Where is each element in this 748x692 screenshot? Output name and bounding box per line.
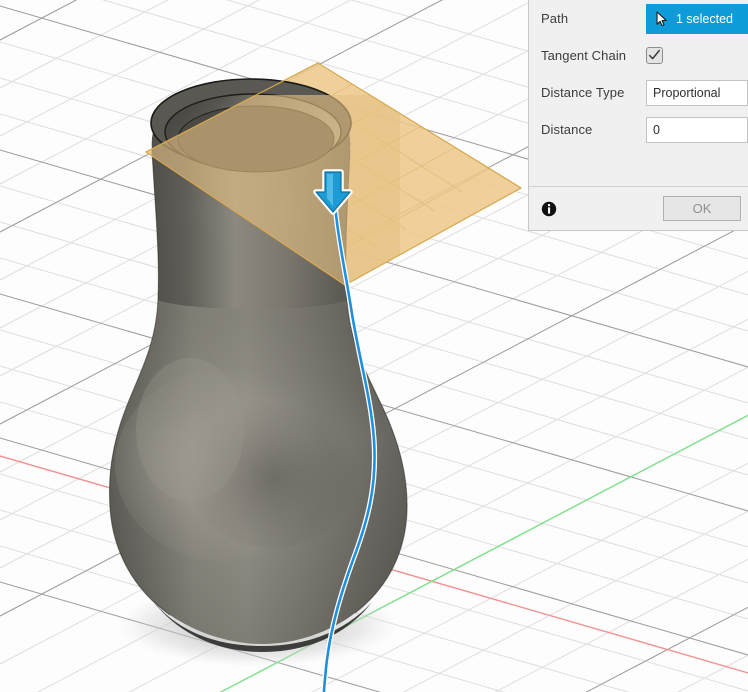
checkmark-icon xyxy=(649,49,660,60)
field-distance: 0 xyxy=(646,116,748,143)
form-row-path: Path 1 selected xyxy=(529,0,748,37)
ok-button-label: OK xyxy=(692,201,712,216)
label-distance: Distance xyxy=(541,122,593,137)
label-distance-type: Distance Type xyxy=(541,85,625,100)
info-icon[interactable] xyxy=(541,201,557,217)
form-row-distance-type: Distance Type Proportional xyxy=(529,74,748,111)
ok-button[interactable]: OK xyxy=(663,196,741,221)
tangent-chain-checkbox[interactable] xyxy=(646,47,663,64)
cursor-arrow-icon xyxy=(656,10,667,26)
label-path: Path xyxy=(541,11,569,26)
field-tangent-chain xyxy=(646,47,748,64)
distance-type-value: Proportional xyxy=(653,85,721,100)
form-row-distance: Distance 0 xyxy=(529,111,748,148)
dialog-footer: OK xyxy=(529,187,748,230)
field-distance-type: Proportional xyxy=(646,79,748,106)
path-select-button[interactable]: 1 selected xyxy=(646,3,748,34)
path-selection-count: 1 selected xyxy=(676,11,733,26)
dialog-form: Path 1 selected Tangent Chain Distance T… xyxy=(529,0,748,148)
distance-type-dropdown[interactable]: Proportional xyxy=(646,79,748,106)
label-tangent-chain: Tangent Chain xyxy=(541,48,627,63)
distance-value: 0 xyxy=(653,122,660,137)
chamfer-fillet-dialog[interactable]: Path 1 selected Tangent Chain Distance T… xyxy=(528,0,748,231)
distance-input[interactable]: 0 xyxy=(646,116,748,143)
field-path: 1 selected xyxy=(646,3,748,34)
form-row-tangent-chain: Tangent Chain xyxy=(529,37,748,74)
